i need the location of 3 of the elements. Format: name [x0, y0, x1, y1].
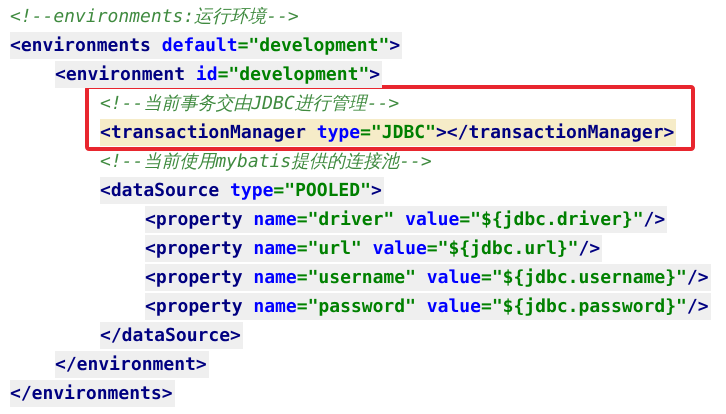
code-comment: <!--当前使用mybatis提供的连接池--> — [100, 150, 433, 174]
code-comment: <!--当前事务交由JDBC进行管理--> — [100, 92, 400, 116]
code-comment: <!--environments:运行环境--> — [10, 5, 300, 29]
